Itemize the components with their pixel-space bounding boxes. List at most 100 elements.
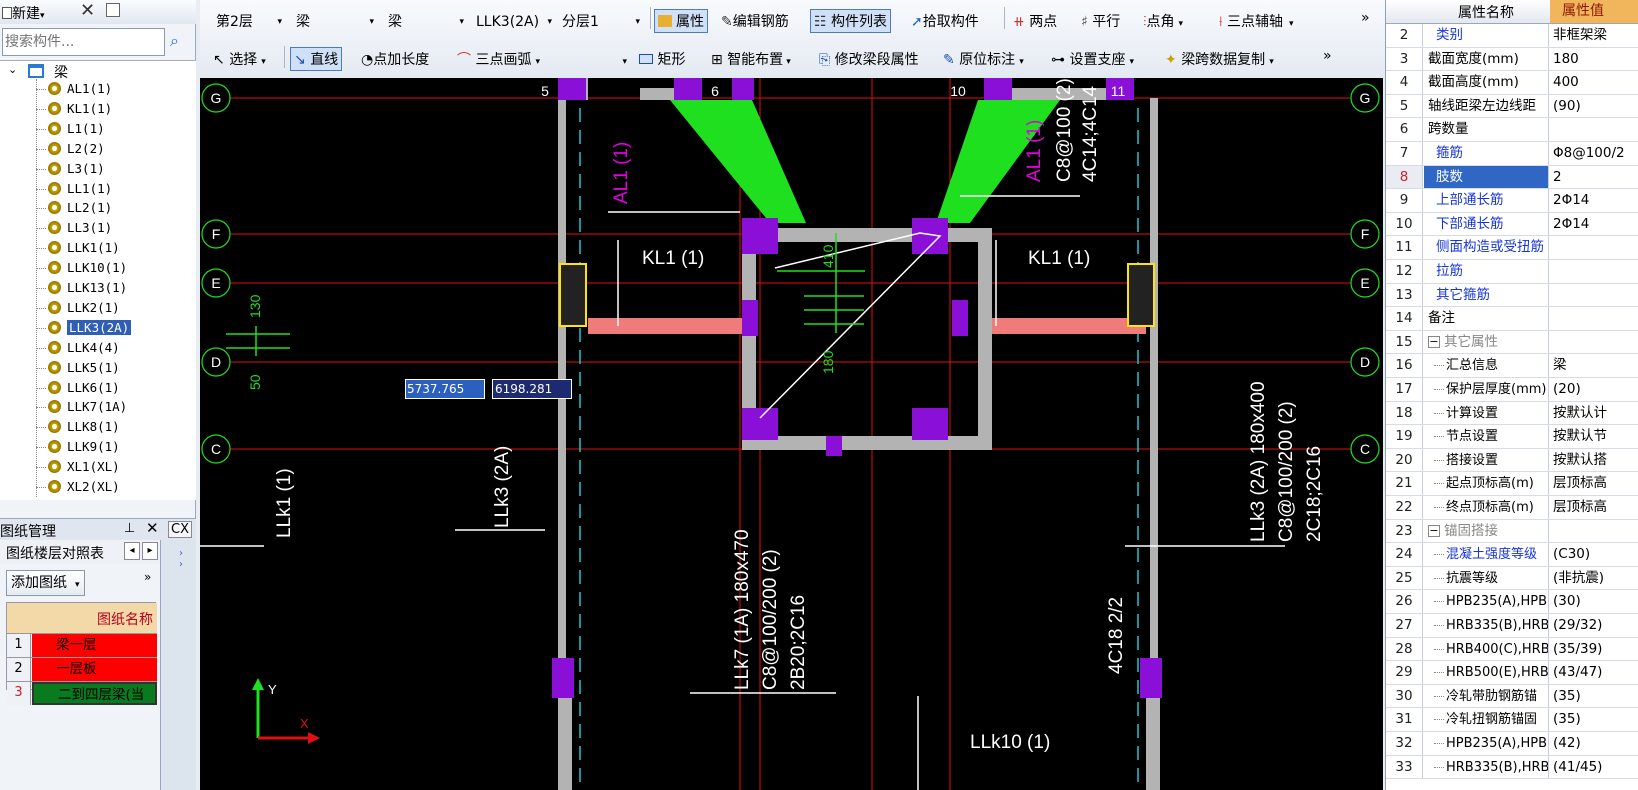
- property-row[interactable]: 12 拉筋: [1386, 260, 1638, 284]
- copy-icon[interactable]: [106, 3, 120, 17]
- property-value[interactable]: (43/47): [1550, 661, 1638, 684]
- property-value[interactable]: 按默认节: [1550, 425, 1638, 448]
- cad-drawing[interactable]: G G F F E E D D C C 5 6 10 11 AL1 (1) AL1 (1) C8@100 …: [200, 78, 1383, 790]
- property-value[interactable]: (30): [1550, 590, 1638, 613]
- line-button[interactable]: ↘ 直线: [290, 47, 343, 71]
- property-value[interactable]: (35): [1550, 685, 1638, 708]
- category-select-2[interactable]: 梁 ▾: [382, 10, 470, 34]
- new-button[interactable]: 新建▾: [2, 3, 45, 23]
- property-row[interactable]: −15 其它属性: [1386, 330, 1638, 355]
- tree-item[interactable]: LLK5(1): [48, 358, 120, 378]
- close-icon[interactable]: ✕: [146, 519, 159, 537]
- property-value[interactable]: (90): [1550, 95, 1638, 118]
- tree-item[interactable]: LLK9(1): [48, 437, 120, 457]
- property-value[interactable]: 2Φ14: [1550, 213, 1638, 236]
- property-value[interactable]: 400: [1550, 71, 1638, 94]
- property-row[interactable]: −23 锚固搭接: [1386, 519, 1638, 544]
- tree-item[interactable]: LLK4(4): [48, 338, 120, 358]
- property-row[interactable]: 19 节点设置 按默认节: [1386, 425, 1638, 449]
- property-row[interactable]: 6 跨数量: [1386, 118, 1638, 142]
- property-value[interactable]: Φ8@100/2: [1550, 142, 1638, 165]
- property-row[interactable]: 30 冷轧带肋钢筋锚 (35): [1386, 684, 1638, 709]
- property-row[interactable]: 10 下部通长筋 2Φ14: [1386, 212, 1638, 237]
- component-list-button[interactable]: ☷ 构件列表: [810, 9, 892, 33]
- rect-button[interactable]: 矩形: [636, 48, 688, 72]
- property-row[interactable]: 18 计算设置 按默认计: [1386, 401, 1638, 426]
- two-points-button[interactable]: ⧺ 两点: [1010, 10, 1060, 34]
- parallel-button[interactable]: ♯ 平行: [1078, 10, 1123, 34]
- property-value[interactable]: 按默认搭: [1550, 449, 1638, 472]
- property-row[interactable]: 33 HRB335(B),HRB3 (41/45): [1386, 755, 1638, 780]
- tree-item[interactable]: LLK10(1): [48, 258, 127, 278]
- tab-next-button[interactable]: ▸: [142, 542, 158, 560]
- toolbar-more-button[interactable]: »: [1358, 6, 1373, 30]
- drawing-row[interactable]: 1 梁一层: [7, 633, 157, 657]
- property-row[interactable]: 16 汇总信息梁: [1386, 354, 1638, 378]
- property-value[interactable]: (41/45): [1550, 756, 1638, 779]
- coord-y-input[interactable]: [492, 379, 572, 399]
- tree-item[interactable]: L1(1): [48, 119, 105, 139]
- property-value[interactable]: 2Φ14: [1550, 189, 1638, 212]
- tree-item[interactable]: LL3(1): [48, 218, 112, 238]
- drawing-canvas[interactable]: G G F F E E D D C C 5 6 10 11 AL1 (1) AL1 (1) C8@100 …: [200, 78, 1383, 790]
- select-button[interactable]: ↖ 选择 ▾: [210, 48, 269, 72]
- add-drawing-button[interactable]: 添加图纸 ▾: [6, 570, 85, 596]
- property-row[interactable]: 29 HRB500(E),HRB5 (43/47): [1386, 661, 1638, 685]
- property-value[interactable]: (35): [1550, 708, 1638, 731]
- property-value[interactable]: [1550, 520, 1638, 543]
- property-value[interactable]: 2: [1550, 166, 1638, 189]
- category-select-1[interactable]: 梁 ▾: [290, 10, 380, 34]
- property-value[interactable]: [1550, 118, 1638, 141]
- more-icon[interactable]: »: [144, 570, 151, 584]
- collapse-icon[interactable]: ⌄: [8, 63, 17, 76]
- point-length-button[interactable]: ◔点加长度: [358, 48, 432, 72]
- tree-item[interactable]: LL2(1): [48, 198, 112, 218]
- property-value[interactable]: 层顶标高: [1550, 472, 1638, 495]
- property-value[interactable]: 按默认计: [1550, 402, 1638, 425]
- property-value[interactable]: (35/39): [1550, 638, 1638, 661]
- property-row[interactable]: 4 截面高度(mm) 400: [1386, 71, 1638, 95]
- floor-select[interactable]: 第2层 ▾: [210, 10, 288, 34]
- property-value[interactable]: 梁: [1550, 354, 1638, 377]
- smart-layout-button[interactable]: ⊞ 智能布置 ▾: [708, 48, 794, 72]
- property-value[interactable]: [1550, 307, 1638, 330]
- collapse-toggle-icon[interactable]: −: [1428, 335, 1440, 348]
- property-row[interactable]: 25 抗震等级 (非抗震): [1386, 566, 1638, 591]
- property-row[interactable]: 21 起点顶标高(m) 层顶标高: [1386, 472, 1638, 496]
- property-row[interactable]: 32 HPB235(A),HPB3 (42): [1386, 732, 1638, 756]
- in-place-label-button[interactable]: ✎ 原位标注 ▾: [940, 48, 1027, 72]
- tab-prev-button[interactable]: ◂: [124, 542, 140, 560]
- point-angle-button[interactable]: ⫶点角 ▾: [1140, 10, 1186, 34]
- tree-item[interactable]: L2(2): [48, 139, 105, 159]
- modify-span-button[interactable]: ⎘ 修改梁段属性: [816, 48, 922, 72]
- layer-select[interactable]: 分层1 ▾: [556, 10, 646, 34]
- component-select[interactable]: LLK3(2A) ▾: [470, 10, 558, 34]
- set-support-button[interactable]: ⊶ 设置支座 ▾: [1048, 48, 1137, 72]
- three-point-arc-button[interactable]: ⌒ 三点画弧 ▾: [454, 48, 543, 72]
- property-row[interactable]: 26 HPB235(A),HPB3 (30): [1386, 590, 1638, 614]
- tree-item[interactable]: LLK8(1): [48, 417, 120, 437]
- drawing-row[interactable]: 3 二到四层梁(当: [7, 681, 157, 705]
- property-value[interactable]: (42): [1550, 732, 1638, 755]
- drawing-row[interactable]: 2 一层板: [7, 657, 157, 681]
- property-value[interactable]: (20): [1550, 378, 1638, 401]
- tree-item[interactable]: L3(1): [48, 159, 105, 179]
- tree-item[interactable]: LLK1(1): [48, 238, 120, 258]
- properties-button[interactable]: 属性: [654, 9, 708, 33]
- tree-item[interactable]: LLK7(1A): [48, 397, 127, 417]
- property-row[interactable]: 8 肢数 2: [1386, 165, 1638, 190]
- property-value[interactable]: [1550, 260, 1638, 283]
- tree-item[interactable]: LLK6(1): [48, 378, 120, 398]
- property-value[interactable]: [1550, 331, 1638, 354]
- tree-item[interactable]: XL1(XL): [48, 457, 120, 477]
- coord-x-input[interactable]: [405, 379, 485, 399]
- pick-component-button[interactable]: ➚拾取构件: [908, 10, 982, 34]
- property-row[interactable]: 7 箍筋 Φ8@100/2: [1386, 142, 1638, 166]
- property-value[interactable]: [1550, 284, 1638, 307]
- edit-rebar-button[interactable]: ✎编辑钢筋: [718, 10, 792, 34]
- property-row[interactable]: 9 上部通长筋 2Φ14: [1386, 189, 1638, 213]
- pin-icon[interactable]: ⊥: [124, 521, 135, 536]
- property-row[interactable]: 31 冷轧扭钢筋锚固 (35): [1386, 708, 1638, 732]
- copy-span-data-button[interactable]: ✦ 梁跨数据复制 ▾: [1162, 48, 1277, 72]
- property-row[interactable]: 22 终点顶标高(m) 层顶标高: [1386, 496, 1638, 520]
